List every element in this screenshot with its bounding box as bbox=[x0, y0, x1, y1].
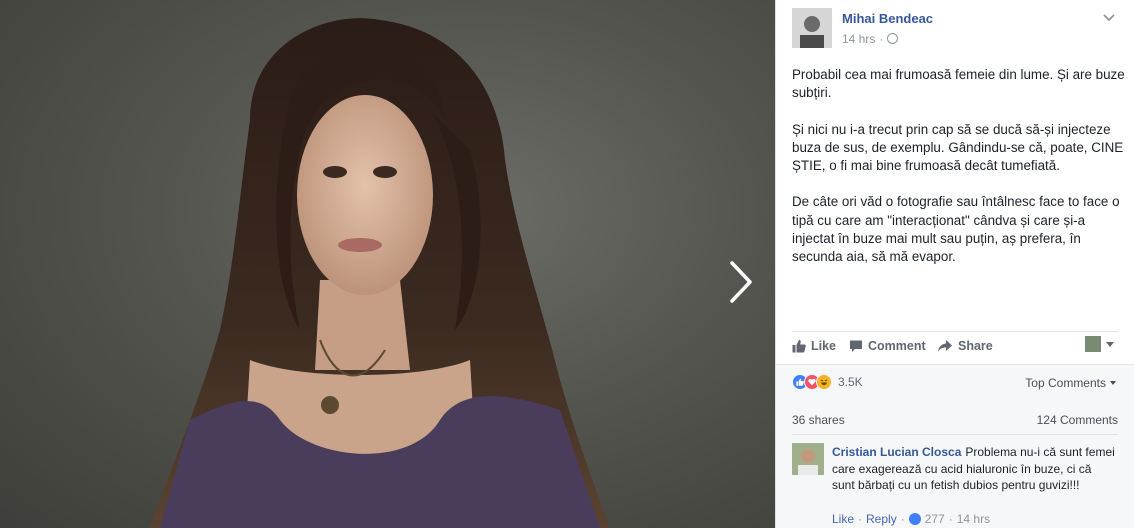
chevron-down-icon bbox=[1110, 381, 1116, 385]
like-button[interactable]: Like bbox=[792, 339, 836, 353]
haha-reaction-icon bbox=[816, 374, 832, 390]
comments-count-link[interactable]: 124 Comments bbox=[1037, 413, 1118, 427]
commenter-name[interactable]: Cristian Lucian Closca bbox=[832, 445, 961, 459]
divider bbox=[792, 331, 1118, 332]
author-avatar[interactable] bbox=[792, 8, 832, 48]
post-paragraph: Și nici nu i-a trecut prin cap să se duc… bbox=[792, 121, 1124, 174]
shares-link[interactable]: 36 shares bbox=[792, 413, 845, 427]
reactions-count: 3.5K bbox=[838, 375, 863, 389]
chevron-down-icon bbox=[1106, 341, 1114, 347]
post-paragraph: De câte ori văd o fotografie sau întâlne… bbox=[792, 194, 1120, 265]
commenter-avatar[interactable] bbox=[792, 443, 824, 475]
post-paragraph: Probabil cea mai frumoasă femeie din lum… bbox=[792, 67, 1125, 101]
share-button[interactable]: Share bbox=[937, 339, 993, 353]
comment-icon bbox=[850, 340, 862, 352]
next-photo-button[interactable] bbox=[722, 257, 762, 307]
thumbs-up-icon bbox=[792, 340, 806, 353]
comment-reply-link[interactable]: Reply bbox=[866, 512, 897, 526]
comment-button[interactable]: Comment bbox=[849, 339, 926, 353]
post-as-selector[interactable] bbox=[1085, 336, 1114, 352]
post-sidebar: Mihai Bendeac 14 hrs · Probabil cea mai f… bbox=[775, 0, 1134, 528]
share-arrow-icon bbox=[938, 340, 952, 352]
comment-likes-count[interactable]: 277 bbox=[925, 512, 945, 526]
comment-actions: Like · Reply · 277 · 14 hrs bbox=[832, 512, 991, 526]
like-reaction-icon bbox=[908, 513, 921, 525]
comment-order-dropdown[interactable]: Top Comments bbox=[1025, 376, 1116, 390]
comment-body: Cristian Lucian Closca Problema nu-i că s… bbox=[832, 444, 1117, 494]
chevron-right-icon bbox=[730, 261, 752, 303]
portrait-photo bbox=[150, 18, 610, 528]
divider bbox=[792, 434, 1118, 435]
post-text: Probabil cea mai frumoasă femeie din lum… bbox=[792, 66, 1127, 285]
author-name[interactable]: Mihai Bendeac bbox=[842, 11, 933, 26]
viewer-avatar bbox=[1085, 336, 1101, 352]
action-bar: Like Comment Share bbox=[792, 338, 1122, 358]
post-meta: 14 hrs · bbox=[842, 32, 899, 46]
chevron-down-icon[interactable] bbox=[1102, 10, 1116, 24]
reactions-summary[interactable]: 3.5K bbox=[792, 374, 863, 390]
comment-like-link[interactable]: Like bbox=[832, 512, 854, 526]
globe-icon bbox=[887, 33, 899, 44]
photo-viewer bbox=[0, 0, 775, 528]
comment-time[interactable]: 14 hrs bbox=[957, 512, 990, 526]
post-time[interactable]: 14 hrs bbox=[842, 32, 875, 46]
